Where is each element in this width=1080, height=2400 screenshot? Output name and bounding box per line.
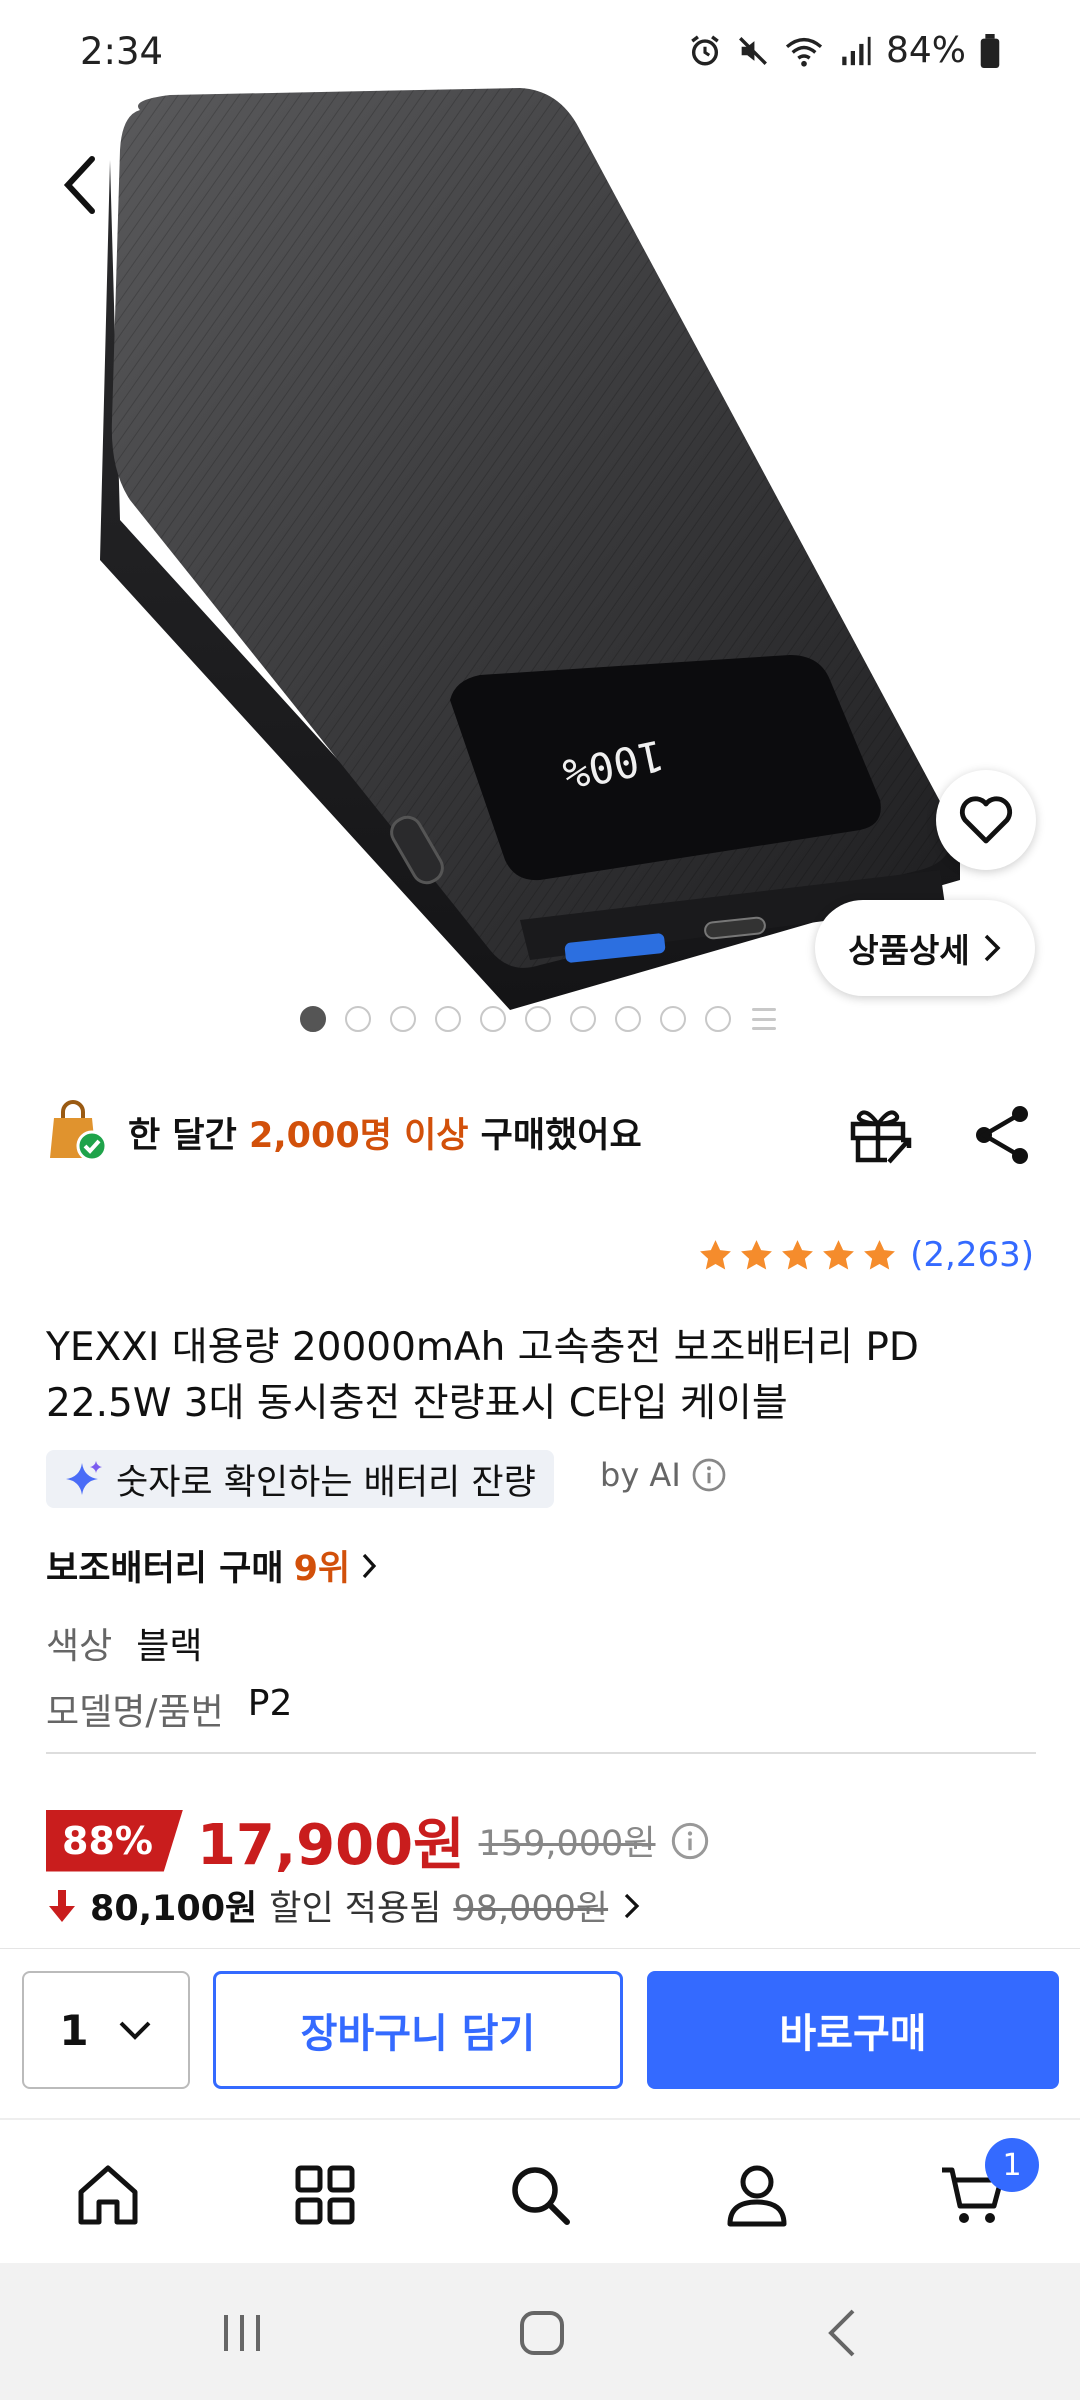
banner-suffix: 구매했어요 bbox=[480, 1115, 642, 1156]
extra-original-price: 98,000원 bbox=[453, 1889, 609, 1929]
extra-discount-row[interactable]: 80,100원 할인 적용됨 98,000원 bbox=[46, 1880, 644, 1931]
heart-icon bbox=[959, 796, 1013, 844]
battery-icon bbox=[980, 33, 1000, 68]
purchase-action-bar: 1 장바구니 담기 바로구매 bbox=[0, 1948, 1080, 2118]
alarm-icon bbox=[691, 34, 719, 65]
gallery-pagination[interactable] bbox=[300, 1005, 778, 1033]
back-icon bbox=[828, 2309, 855, 2357]
ai-highlight-text: 숫자로 확인하는 배터리 잔량 bbox=[116, 1462, 536, 1503]
pagination-dot[interactable] bbox=[435, 1006, 461, 1032]
rank-label: 보조배터리 구매 bbox=[46, 1549, 284, 1589]
sale-price: 17,900원 bbox=[196, 1813, 465, 1878]
home-icon bbox=[78, 2165, 138, 2225]
my-page-icon bbox=[727, 2165, 787, 2227]
spec-row-model: 모델명/품번 P2 bbox=[46, 1683, 292, 1735]
detail-page-icon[interactable] bbox=[750, 1005, 778, 1033]
share-icon bbox=[976, 1106, 1028, 1164]
discount-badge: 88% bbox=[46, 1809, 183, 1872]
system-back-button[interactable] bbox=[815, 2303, 875, 2363]
status-icons: 84% bbox=[688, 30, 1000, 71]
system-nav-bar bbox=[0, 2263, 1080, 2400]
category-icon bbox=[295, 2165, 355, 2225]
arrow-down-icon bbox=[49, 1889, 75, 1922]
chevron-right-icon bbox=[362, 1553, 377, 1578]
gift-button[interactable] bbox=[845, 1100, 915, 1170]
battery-percent: 84% bbox=[885, 30, 966, 71]
back-button[interactable] bbox=[50, 145, 110, 225]
star-icon bbox=[782, 1239, 814, 1270]
recent-apps-button[interactable] bbox=[212, 2303, 272, 2363]
home-button-icon bbox=[520, 2311, 564, 2355]
spec-key: 모델명/품번 bbox=[46, 1692, 224, 1733]
chevron-down-icon bbox=[119, 2021, 151, 2040]
wifi-icon bbox=[785, 37, 823, 67]
spec-value: P2 bbox=[247, 1683, 293, 1724]
sparkle-icon bbox=[66, 1461, 102, 1495]
pagination-dot[interactable] bbox=[705, 1006, 731, 1032]
pagination-dot[interactable] bbox=[390, 1006, 416, 1032]
pagination-dot[interactable] bbox=[660, 1006, 686, 1032]
extra-discount-amount: 80,100원 bbox=[90, 1889, 258, 1929]
star-icon bbox=[864, 1239, 896, 1270]
add-to-cart-button[interactable]: 장바구니 담기 bbox=[213, 1971, 623, 2089]
spec-key: 색상 bbox=[46, 1626, 113, 1667]
review-count[interactable]: (2,263) bbox=[910, 1235, 1034, 1275]
status-bar: 2:34 84% bbox=[0, 0, 1080, 110]
purchase-count-banner: 한 달간 2,000명 이상 구매했어요 bbox=[46, 1100, 642, 1164]
category-rank-link[interactable]: 보조배터리 구매 9위 bbox=[46, 1540, 378, 1591]
by-ai-text: by AI bbox=[600, 1456, 681, 1494]
nav-home[interactable] bbox=[73, 2160, 143, 2230]
pagination-dot[interactable] bbox=[300, 1006, 326, 1032]
rank-value: 9위 bbox=[293, 1549, 351, 1589]
buy-now-button[interactable]: 바로구매 bbox=[647, 1971, 1059, 2089]
pagination-dot[interactable] bbox=[345, 1006, 371, 1032]
product-detail-label: 상품상세 bbox=[848, 931, 970, 970]
gift-icon bbox=[850, 1110, 912, 1164]
nav-my-page[interactable] bbox=[722, 2160, 792, 2230]
chevron-left-icon bbox=[63, 156, 95, 214]
star-rating bbox=[697, 1237, 898, 1274]
product-title: YEXXI 대용량 20000mAh 고속충전 보조배터리 PD 22.5W 3… bbox=[46, 1325, 919, 1426]
spec-value: 블랙 bbox=[136, 1626, 203, 1667]
banner-highlight: 2,000명 이상 bbox=[248, 1115, 469, 1156]
extra-discount-label: 할인 적용됨 bbox=[269, 1889, 442, 1929]
recent-apps-icon bbox=[224, 2315, 260, 2351]
bottom-nav bbox=[0, 2118, 1080, 2263]
by-ai-label[interactable]: by AI bbox=[600, 1456, 727, 1494]
signal-icon bbox=[842, 36, 871, 65]
star-icon bbox=[700, 1239, 732, 1270]
home-system-button[interactable] bbox=[512, 2303, 572, 2363]
share-button[interactable] bbox=[970, 1102, 1036, 1168]
nav-category[interactable] bbox=[290, 2160, 360, 2230]
shopping-bag-check-icon bbox=[50, 1100, 108, 1162]
divider bbox=[46, 1752, 1036, 1754]
cart-count-badge: 1 bbox=[985, 2138, 1039, 2192]
search-icon bbox=[512, 2167, 570, 2225]
star-icon bbox=[741, 1239, 773, 1270]
star-icon bbox=[823, 1239, 855, 1270]
chevron-right-icon bbox=[984, 934, 1001, 962]
mute-icon bbox=[739, 36, 767, 65]
product-detail-button[interactable]: 상품상세 bbox=[815, 900, 1035, 996]
pagination-dot[interactable] bbox=[525, 1006, 551, 1032]
spec-row-color: 색상 블랙 bbox=[46, 1617, 203, 1669]
quantity-select[interactable]: 1 bbox=[22, 1971, 190, 2089]
wishlist-button[interactable] bbox=[936, 770, 1036, 870]
info-icon[interactable] bbox=[670, 1821, 710, 1861]
rating-summary[interactable]: (2,263) bbox=[697, 1235, 1034, 1275]
pagination-dot[interactable] bbox=[615, 1006, 641, 1032]
pagination-dot[interactable] bbox=[570, 1006, 596, 1032]
info-icon[interactable] bbox=[691, 1457, 727, 1493]
pagination-dot[interactable] bbox=[480, 1006, 506, 1032]
chevron-right-icon bbox=[624, 1893, 640, 1918]
price-row: 88% 17,900원 159,000원 bbox=[46, 1800, 710, 1881]
status-time: 2:34 bbox=[80, 30, 164, 73]
ai-highlight-chip: 숫자로 확인하는 배터리 잔량 bbox=[46, 1450, 554, 1508]
nav-search[interactable] bbox=[505, 2160, 575, 2230]
quantity-value: 1 bbox=[59, 2005, 89, 2055]
original-price: 159,000원 bbox=[478, 1824, 656, 1864]
banner-prefix: 한 달간 bbox=[128, 1115, 237, 1156]
